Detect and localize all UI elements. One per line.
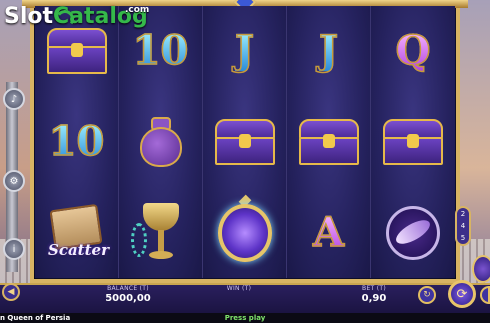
ten-symbol: 10 <box>132 27 189 75</box>
reel-2-cell-3 <box>119 187 202 278</box>
wild-gem-symbol <box>214 194 276 266</box>
autoplay-icon[interactable]: ↻ <box>418 286 436 304</box>
reel-4-cell-1: J <box>287 6 370 97</box>
reel-3-cell-3 <box>203 187 286 278</box>
settings-icon[interactable]: ⚙ <box>3 170 25 192</box>
balance-value: 5000,00 <box>105 293 151 304</box>
reel-1: 10 Scatter <box>35 6 119 278</box>
reel-5: Q <box>371 6 455 278</box>
win-display: WIN (T) <box>212 285 266 293</box>
reel-2: 10 <box>119 6 203 278</box>
reel-4-cell-3: A <box>287 187 370 278</box>
bet-value: 0,90 <box>361 293 387 304</box>
reel-3-cell-2 <box>203 97 286 188</box>
scatter-symbol: Scatter <box>46 203 109 261</box>
arrow-left-icon[interactable]: ◀ <box>2 283 20 301</box>
reel-5-cell-1: Q <box>371 6 455 97</box>
info-icon[interactable]: i <box>3 238 25 260</box>
reel-2-cell-2 <box>119 97 202 188</box>
ace-symbol: A <box>312 208 345 256</box>
payline-value-1: 2 <box>460 210 466 218</box>
reel-5-cell-2 <box>371 97 455 188</box>
treasure-chest-symbol <box>383 118 443 165</box>
treasure-chest-symbol <box>298 118 359 165</box>
sound-icon[interactable]: ♪ <box>3 88 25 110</box>
payline-value-2: 4 <box>460 222 466 230</box>
reel-5-cell-3 <box>371 187 455 278</box>
payline-value-3: 5 <box>460 234 466 242</box>
coin-pouch-symbol <box>138 115 184 169</box>
left-control-column: ♪ ⚙ i <box>1 88 27 260</box>
treasure-chest-symbol <box>214 118 275 165</box>
status-message: Press play <box>224 314 266 322</box>
reel-3: J <box>203 6 287 278</box>
paylines-indicator[interactable]: 2 4 5 <box>455 206 471 246</box>
jack-symbol: J <box>318 27 338 75</box>
reel-1-cell-3: Scatter <box>35 187 118 278</box>
watermark-brand-part1: Slot <box>4 4 54 29</box>
reel-grid: 10 Scatter 10 J J A Q <box>35 6 455 278</box>
jack-symbol: J <box>234 27 254 75</box>
spin-icon[interactable]: ⟳ <box>448 280 476 308</box>
balance-display: BALANCE (T) 5000,00 <box>96 285 160 304</box>
bet-display: BET (T) 0,90 <box>344 285 404 304</box>
reel-4: J A <box>287 6 371 278</box>
queen-symbol: Q <box>395 27 431 75</box>
right-ornament <box>472 255 490 283</box>
emblem-symbol <box>382 202 444 264</box>
slotcatalog-watermark: Slot Catalog .com <box>4 4 150 36</box>
bet-label: BET (T) <box>362 285 386 292</box>
balance-label: BALANCE (T) <box>107 285 149 292</box>
reel-3-cell-1: J <box>203 6 286 97</box>
watermark-tld: .com <box>125 5 150 15</box>
reel-1-cell-2: 10 <box>35 97 118 188</box>
goblet-symbol <box>130 202 179 263</box>
scatter-label: Scatter <box>48 240 109 259</box>
ten-symbol: 10 <box>48 117 105 165</box>
game-title: n Queen of Persia <box>0 314 71 322</box>
win-label: WIN (T) <box>226 285 252 292</box>
reel-4-cell-2 <box>287 97 370 188</box>
